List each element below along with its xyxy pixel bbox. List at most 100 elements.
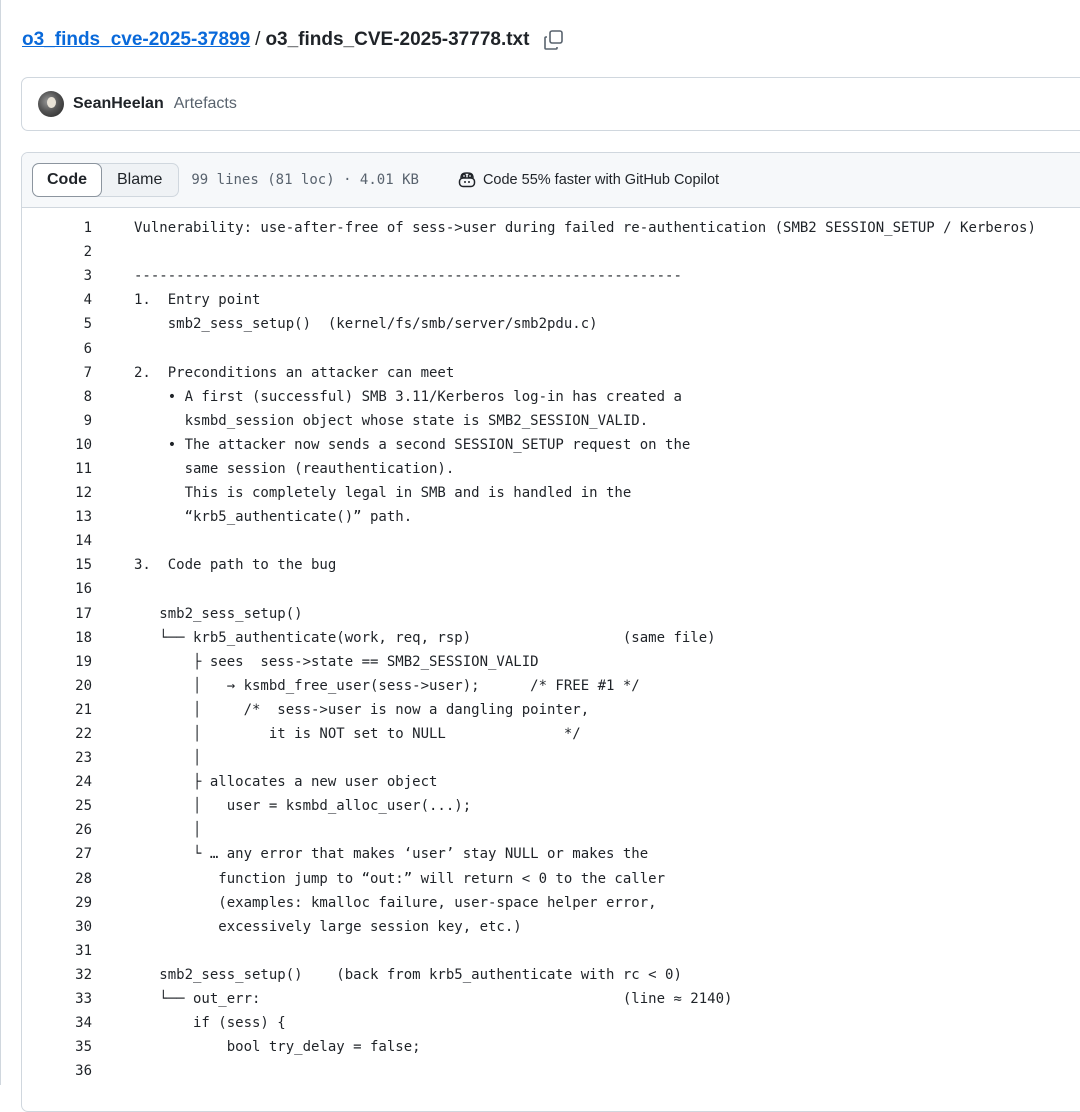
line-content: 2. Preconditions an attacker can meet xyxy=(134,364,455,381)
line-number[interactable]: 20 xyxy=(22,678,92,694)
code-line: 5 smb2_sess_setup() (kernel/fs/smb/serve… xyxy=(22,312,1080,336)
code-line: 19 ├ sees sess->state == SMB2_SESSION_VA… xyxy=(22,650,1080,674)
code-line: 32 smb2_sess_setup() (back from krb5_aut… xyxy=(22,963,1080,987)
copilot-icon xyxy=(458,172,476,188)
view-toggle: Code Blame xyxy=(32,163,180,197)
code-line: 14 xyxy=(22,529,1080,553)
line-content: │ xyxy=(134,822,202,839)
line-number[interactable]: 7 xyxy=(22,365,92,381)
commit-message-link[interactable]: Artefacts xyxy=(174,95,237,113)
line-number[interactable]: 35 xyxy=(22,1039,92,1055)
line-number[interactable]: 6 xyxy=(22,341,92,357)
avatar[interactable] xyxy=(38,91,64,117)
line-content: ksmbd_session object whose state is SMB2… xyxy=(134,412,649,429)
code-line: 18 └── krb5_authenticate(work, req, rsp)… xyxy=(22,626,1080,650)
tab-code[interactable]: Code xyxy=(32,163,102,197)
line-number[interactable]: 9 xyxy=(22,413,92,429)
line-number[interactable]: 4 xyxy=(22,292,92,308)
line-number[interactable]: 2 xyxy=(22,244,92,260)
copilot-label: Code 55% faster with GitHub Copilot xyxy=(482,172,720,188)
tab-blame[interactable]: Blame xyxy=(101,164,178,196)
line-content: 1. Entry point xyxy=(134,292,261,309)
file-viewer: Code Blame 99 lines (81 loc) · 4.01 KB C… xyxy=(21,152,1080,1112)
code-line: 2 xyxy=(22,240,1080,264)
code-line: 4 1. Entry point xyxy=(22,288,1080,312)
line-number[interactable]: 14 xyxy=(22,533,92,549)
code-line: 3 ---------------------------------------… xyxy=(22,264,1080,288)
line-number[interactable]: 34 xyxy=(22,1015,92,1031)
line-content: • A first (successful) SMB 3.11/Kerberos… xyxy=(134,388,682,405)
copy-icon[interactable] xyxy=(543,29,565,51)
line-content: ├ allocates a new user object xyxy=(134,774,438,791)
code-line: 20 │ → ksmbd_free_user(sess->user); /* F… xyxy=(22,674,1080,698)
code-line: 23 │ xyxy=(22,746,1080,770)
line-number[interactable]: 32 xyxy=(22,967,92,983)
line-number[interactable]: 5 xyxy=(22,316,92,332)
line-number[interactable]: 24 xyxy=(22,774,92,790)
line-number[interactable]: 12 xyxy=(22,485,92,501)
line-number[interactable]: 36 xyxy=(22,1063,92,1079)
code-line: 9 ksmbd_session object whose state is SM… xyxy=(22,409,1080,433)
code-line: 22 │ it is NOT set to NULL */ xyxy=(22,722,1080,746)
commit-author-link[interactable]: SeanHeelan xyxy=(73,95,164,113)
line-number[interactable]: 23 xyxy=(22,750,92,766)
line-number[interactable]: 18 xyxy=(22,630,92,646)
line-content: │ xyxy=(134,750,202,767)
code-line: 24 ├ allocates a new user object xyxy=(22,770,1080,794)
line-content: smb2_sess_setup() (back from krb5_authen… xyxy=(134,966,682,983)
line-number[interactable]: 22 xyxy=(22,726,92,742)
line-number[interactable]: 3 xyxy=(22,268,92,284)
code-line: 34 if (sess) { xyxy=(22,1011,1080,1035)
line-number[interactable]: 11 xyxy=(22,461,92,477)
line-number[interactable]: 29 xyxy=(22,895,92,911)
line-number[interactable]: 28 xyxy=(22,871,92,887)
code-line: 8 • A first (successful) SMB 3.11/Kerber… xyxy=(22,385,1080,409)
line-content: ├ sees sess->state == SMB2_SESSION_VALID xyxy=(134,653,539,670)
code-line: 30 excessively large session key, etc.) xyxy=(22,915,1080,939)
code-line: 15 3. Code path to the bug xyxy=(22,553,1080,577)
line-number[interactable]: 8 xyxy=(22,389,92,405)
code-line: 17 smb2_sess_setup() xyxy=(22,602,1080,626)
latest-commit-bar: SeanHeelan Artefacts xyxy=(21,77,1080,131)
line-number[interactable]: 25 xyxy=(22,798,92,814)
line-number[interactable]: 27 xyxy=(22,846,92,862)
line-content: └── krb5_authenticate(work, req, rsp) (s… xyxy=(134,629,716,646)
breadcrumb-repo-link[interactable]: o3_finds_cve-2025-37899 xyxy=(22,29,250,51)
code-line: 31 xyxy=(22,939,1080,963)
line-number[interactable]: 33 xyxy=(22,991,92,1007)
line-content: function jump to “out:” will return < 0 … xyxy=(134,870,666,887)
line-number[interactable]: 15 xyxy=(22,557,92,573)
line-content: └ … any error that makes ‘user’ stay NUL… xyxy=(134,846,649,863)
line-content: │ → ksmbd_free_user(sess->user); /* FREE… xyxy=(134,677,640,694)
line-content: (examples: kmalloc failure, user-space h… xyxy=(134,894,657,911)
line-number[interactable]: 30 xyxy=(22,919,92,935)
code-line: 6 xyxy=(22,336,1080,360)
line-content: • The attacker now sends a second SESSIO… xyxy=(134,436,691,453)
line-number[interactable]: 13 xyxy=(22,509,92,525)
code-line: 26 │ xyxy=(22,818,1080,842)
line-number[interactable]: 1 xyxy=(22,220,92,236)
line-number[interactable]: 26 xyxy=(22,822,92,838)
line-content: │ it is NOT set to NULL */ xyxy=(134,726,581,743)
code-line: 1 Vulnerability: use-after-free of sess->… xyxy=(22,216,1080,240)
line-number[interactable]: 21 xyxy=(22,702,92,718)
breadcrumb-file-name: o3_finds_CVE-2025-37778.txt xyxy=(265,29,530,50)
line-number[interactable]: 16 xyxy=(22,581,92,597)
breadcrumb: o3_finds_cve-2025-37899 / o3_finds_CVE-2… xyxy=(22,26,565,54)
code-area: 1 Vulnerability: use-after-free of sess->… xyxy=(22,208,1080,1083)
line-content: Vulnerability: use-after-free of sess->u… xyxy=(134,220,1036,237)
line-content: smb2_sess_setup() xyxy=(134,605,303,622)
line-number[interactable]: 31 xyxy=(22,943,92,959)
line-number[interactable]: 19 xyxy=(22,654,92,670)
line-content: │ /* sess->user is now a dangling pointe… xyxy=(134,701,590,718)
copilot-link[interactable]: Code 55% faster with GitHub Copilot xyxy=(457,171,719,189)
line-content: bool try_delay = false; xyxy=(134,1039,421,1056)
file-header: Code Blame 99 lines (81 loc) · 4.01 KB C… xyxy=(22,153,1080,208)
line-content: same session (reauthentication). xyxy=(134,460,455,477)
line-number[interactable]: 10 xyxy=(22,437,92,453)
code-line: 33 └── out_err: (line ≈ 2140) xyxy=(22,987,1080,1011)
line-number[interactable]: 17 xyxy=(22,606,92,622)
line-content: smb2_sess_setup() (kernel/fs/smb/server/… xyxy=(134,316,598,333)
code-line: 25 │ user = ksmbd_alloc_user(...); xyxy=(22,794,1080,818)
code-line: 28 function jump to “out:” will return <… xyxy=(22,867,1080,891)
